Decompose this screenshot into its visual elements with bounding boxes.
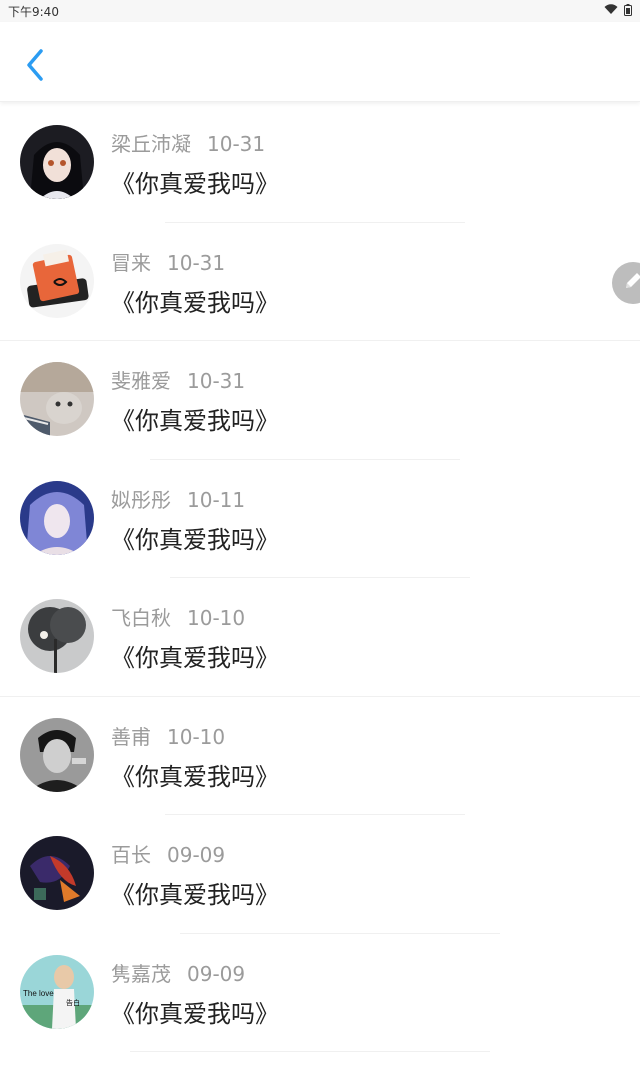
avatar [20,717,94,792]
sender-name: 百长 [111,843,151,867]
message-date: 10-31 [207,132,266,156]
sender-name: 冒来 [111,250,151,275]
avatar [20,836,94,910]
message-text: 《你真爱我吗》 [111,170,279,198]
message-text: 《你真爱我吗》 [111,407,279,435]
item-meta: 百长 09-09 [111,839,225,868]
divider [130,1051,490,1052]
list-item[interactable]: 姒彤彤 10-11 《你真爱我吗》 [0,460,640,578]
status-icons [604,3,632,19]
avatar [20,125,94,199]
message-text: 《你真爱我吗》 [111,762,279,791]
list-item[interactable]: 飞白秋 10-10 《你真爱我吗》 [0,578,640,697]
list-item[interactable]: 斐雅爱 10-31 《你真爱我吗》 [0,341,640,460]
chevron-left-icon [25,48,45,86]
sender-name: 飞白秋 [111,606,171,630]
avatar [20,243,94,318]
message-text: 《你真爱我吗》 [111,999,279,1028]
item-meta: 飞白秋 10-10 [111,602,245,631]
avatar [20,599,94,673]
wifi-icon [604,4,618,18]
app-bar [0,22,640,102]
message-date: 10-11 [187,487,246,512]
item-meta: 隽嘉茂 09-09 [111,958,245,987]
item-meta: 姒彤彤 10-11 [111,484,245,513]
message-text: 《你真爱我吗》 [111,644,279,672]
sender-name: 隽嘉茂 [111,961,171,986]
message-date: 09-09 [187,961,246,986]
avatar: The love 告白 [20,954,94,1029]
message-list: 梁丘沛凝 10-31 《你真爱我吗》 冒来 10-31 《你真爱我吗》 斐雅爱 … [0,104,640,1052]
message-text: 《你真爱我吗》 [111,288,279,317]
sender-name: 姒彤彤 [111,487,171,512]
sender-name: 善甫 [111,724,151,749]
svg-text:The love: The love [23,989,54,998]
sender-name: 斐雅爱 [111,369,171,393]
list-item[interactable]: 梁丘沛凝 10-31 《你真爱我吗》 [0,104,640,223]
list-item[interactable]: 冒来 10-31 《你真爱我吗》 [0,223,640,341]
message-text: 《你真爱我吗》 [111,881,279,909]
message-date: 09-09 [167,843,226,867]
back-button[interactable] [18,48,52,86]
svg-text:告白: 告白 [66,998,80,1007]
message-date: 10-10 [167,724,226,749]
item-meta: 冒来 10-31 [111,247,225,276]
avatar [20,362,94,436]
list-item[interactable]: 善甫 10-10 《你真爱我吗》 [0,697,640,815]
status-bar: 下午9:40 [0,0,640,22]
message-date: 10-31 [187,369,246,393]
item-meta: 梁丘沛凝 10-31 [111,128,265,157]
status-time: 下午9:40 [8,4,59,19]
list-item[interactable]: The love 告白 隽嘉茂 09-09 《你真爱我吗》 [0,934,640,1052]
item-meta: 斐雅爱 10-31 [111,365,245,394]
message-date: 10-31 [167,250,226,275]
item-meta: 善甫 10-10 [111,721,225,750]
battery-icon [624,3,632,19]
avatar [20,480,94,555]
message-date: 10-10 [187,606,246,630]
pencil-icon [622,270,640,296]
list-item[interactable]: 百长 09-09 《你真爱我吗》 [0,815,640,934]
sender-name: 梁丘沛凝 [111,132,191,156]
message-text: 《你真爱我吗》 [111,525,279,554]
